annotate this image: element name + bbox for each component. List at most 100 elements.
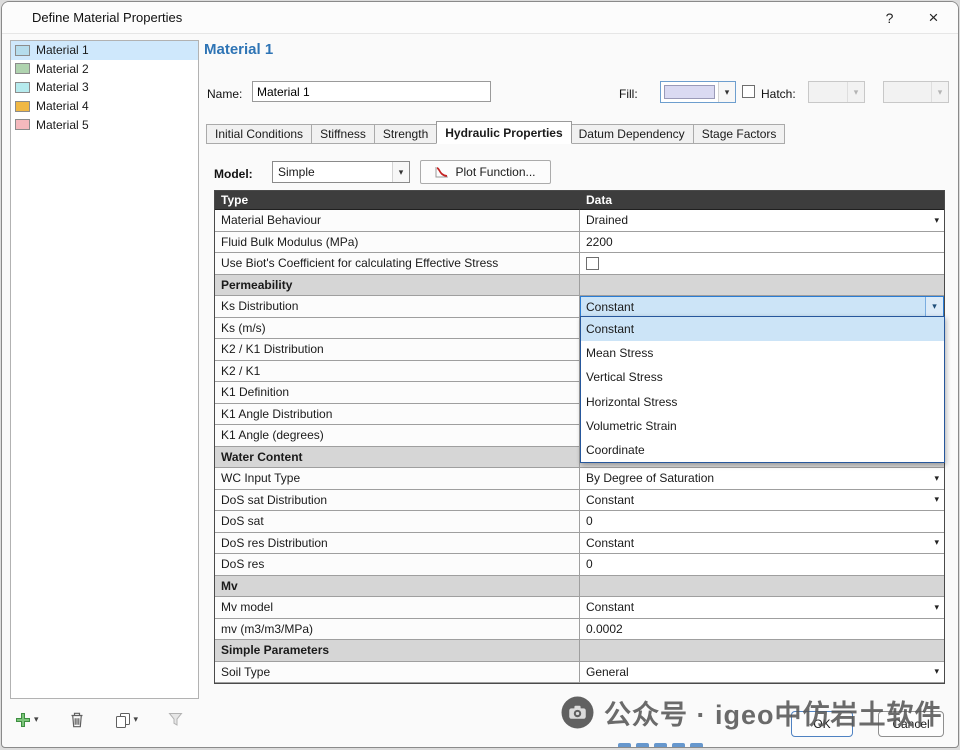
copy-material-button[interactable]: ▾ (115, 712, 139, 728)
property-value: 0 (586, 514, 593, 528)
material-list-item[interactable]: Material 5 (11, 115, 198, 134)
dropdown-value: General (586, 665, 629, 679)
dropdown-option[interactable]: Volumetric Strain (581, 414, 944, 438)
property-dropdown[interactable]: Constant ▾ (580, 597, 944, 619)
property-label: Material Behaviour (215, 210, 580, 232)
dropdown-option[interactable]: Horizontal Stress (581, 390, 944, 414)
name-label: Name: (207, 87, 242, 101)
property-label: WC Input Type (215, 468, 580, 490)
property-row: mv (m3/m3/MPa)0.0002 (215, 619, 944, 641)
property-label: DoS res Distribution (215, 533, 580, 555)
property-value-field[interactable]: 0 (580, 554, 944, 576)
property-value-field[interactable]: 2200 (580, 232, 944, 254)
hatch-checkbox[interactable] (742, 85, 755, 98)
property-row: Use Biot's Coefficient for calculating E… (215, 253, 944, 275)
column-header-type: Type (215, 191, 580, 210)
property-dropdown[interactable]: Drained ▾ (580, 210, 944, 232)
table-header-row: TypeData (215, 191, 944, 210)
close-button[interactable]: × (911, 2, 956, 34)
model-label: Model: (214, 167, 253, 181)
plot-function-button[interactable]: Plot Function... (420, 160, 551, 184)
material-list-item[interactable]: Material 2 (11, 60, 198, 79)
chevron-down-icon: ▾ (392, 162, 409, 182)
dropdown-value: Constant (586, 536, 634, 550)
property-label: K1 Angle Distribution (215, 404, 580, 426)
combobox-selected-value: Constant (581, 297, 925, 317)
delete-material-icon (69, 711, 85, 728)
property-label: K2 / K1 Distribution (215, 339, 580, 361)
dropdown-option[interactable]: Mean Stress (581, 341, 944, 365)
property-dropdown[interactable]: Constant▾ (580, 490, 944, 512)
property-dropdown[interactable]: Constant ▾ (580, 533, 944, 555)
property-label: K2 / K1 (215, 361, 580, 383)
tab-stage-factors[interactable]: Stage Factors (694, 124, 786, 144)
material-list-item[interactable]: Material 1 (11, 41, 198, 60)
property-value-field[interactable]: 0.0002 (580, 619, 944, 641)
property-row: Fluid Bulk Modulus (MPa)2200 (215, 232, 944, 254)
material-color-swatch (15, 45, 30, 56)
dropdown-option[interactable]: Vertical Stress (581, 365, 944, 389)
dropdown-option[interactable]: Constant (581, 317, 944, 341)
dropdown-value: Drained (586, 213, 628, 227)
material-toolbar: ▾ ▾ (15, 711, 183, 728)
filter-materials-button[interactable] (168, 712, 183, 727)
tab-strength[interactable]: Strength (375, 124, 437, 144)
delete-material-button[interactable] (69, 711, 85, 728)
property-value-field[interactable]: 0 (580, 511, 944, 533)
ks-distribution-combobox[interactable]: Constant▾ (580, 296, 944, 318)
property-row: DoS sat 0 (215, 511, 944, 533)
fill-color-swatch (664, 85, 715, 99)
fill-color-dropdown[interactable]: ▾ (660, 81, 736, 103)
property-dropdown[interactable]: General▾ (580, 662, 944, 684)
section-header-fill (580, 576, 944, 598)
add-material-button[interactable]: ▾ (15, 712, 39, 728)
property-row: Material Behaviour Drained ▾ (215, 210, 944, 232)
plot-curve-icon (435, 166, 449, 178)
add-material-icon (15, 712, 31, 728)
material-label: Material 5 (36, 118, 89, 132)
property-label: DoS sat (215, 511, 580, 533)
page-title: Material 1 (204, 41, 273, 58)
material-color-swatch (15, 82, 30, 93)
dropdown-option[interactable]: Coordinate (581, 438, 944, 462)
dropdown-value: By Degree of Saturation (586, 471, 714, 485)
chevron-down-icon: ▾ (934, 215, 939, 226)
material-color-swatch (15, 101, 30, 112)
property-checkbox-cell[interactable] (580, 253, 944, 275)
plot-function-label: Plot Function... (455, 165, 535, 179)
help-button[interactable]: ? (867, 2, 912, 34)
chevron-down-icon[interactable]: ▾ (925, 297, 943, 317)
property-label: DoS res (215, 554, 580, 576)
material-color-swatch (15, 119, 30, 130)
property-dropdown[interactable]: By Degree of Saturation ▾ (580, 468, 944, 490)
material-label: Material 1 (36, 43, 89, 57)
property-label: Soil Type (215, 662, 580, 684)
tab-hydraulic-properties[interactable]: Hydraulic Properties (436, 121, 571, 144)
model-dropdown[interactable]: Simple ▾ (272, 161, 410, 183)
property-label: Ks (m/s) (215, 318, 580, 340)
tab-stiffness[interactable]: Stiffness (312, 124, 375, 144)
chevron-down-icon: ▾ (934, 602, 939, 613)
section-header-fill (580, 640, 944, 662)
material-list-item[interactable]: Material 4 (11, 97, 198, 116)
tab-datum-dependency[interactable]: Datum Dependency (571, 124, 694, 144)
name-input[interactable] (252, 81, 491, 102)
dropdown-value: Constant (586, 493, 634, 507)
section-row: Mv (215, 576, 944, 598)
chevron-down-icon: ▾ (134, 714, 139, 725)
tab-initial-conditions[interactable]: Initial Conditions (206, 124, 312, 144)
property-row: DoS res0 (215, 554, 944, 576)
tab-strip: Initial ConditionsStiffnessStrengthHydra… (206, 121, 785, 144)
section-header-label: Simple Parameters (215, 640, 580, 662)
biot-coefficient-checkbox[interactable] (586, 257, 599, 270)
material-list-item[interactable]: Material 3 (11, 78, 198, 97)
section-header-label: Permeability (215, 275, 580, 297)
chevron-down-icon: ▾ (934, 537, 939, 548)
property-row: Soil TypeGeneral▾ (215, 662, 944, 684)
material-label: Material 4 (36, 99, 89, 113)
property-label: K1 Definition (215, 382, 580, 404)
section-header-label: Water Content (215, 447, 580, 469)
dropdown-value: Constant (586, 600, 634, 614)
chevron-down-icon: ▾ (934, 473, 939, 484)
clipped-watermark-artifact (618, 743, 703, 748)
